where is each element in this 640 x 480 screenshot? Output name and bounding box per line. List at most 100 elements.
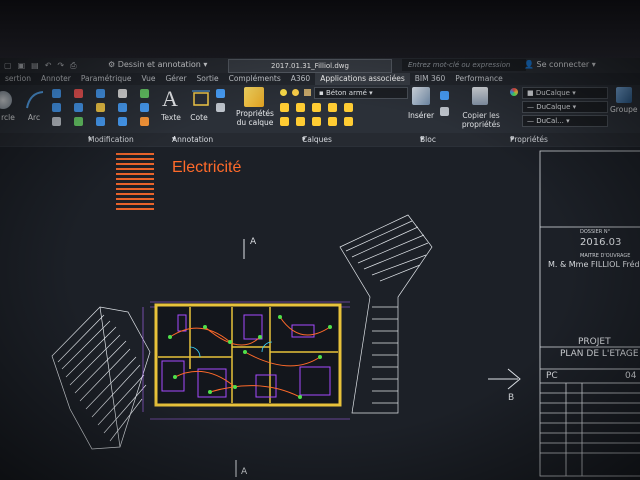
panel-bloc-label: Bloc bbox=[420, 135, 436, 144]
panel-modification[interactable]: Modification ▾ bbox=[88, 134, 134, 144]
fillet-icon[interactable] bbox=[96, 89, 105, 98]
join-icon[interactable] bbox=[140, 117, 149, 126]
client-label: MAITRE D'OUVRAGE bbox=[580, 253, 631, 259]
layer-properties-icon[interactable] bbox=[244, 87, 264, 107]
tab-applications-associees[interactable]: Applications associées bbox=[315, 73, 410, 85]
dimension-label: Cote bbox=[190, 113, 208, 122]
drawing-canvas[interactable]: Electricité A A B DOSSIER N° 2016.03 MAI… bbox=[0, 147, 640, 480]
layer-sun-icon[interactable] bbox=[292, 89, 299, 96]
layer-dropdown-value: Béton armé bbox=[325, 89, 367, 97]
scale-icon[interactable] bbox=[96, 103, 105, 112]
left-roof-hatch bbox=[51, 306, 151, 450]
panel-modification-label: Modification bbox=[88, 135, 134, 144]
panel-annotation[interactable]: Annotation ▾ bbox=[172, 134, 213, 144]
color-icon[interactable] bbox=[510, 88, 518, 96]
group-icon[interactable] bbox=[616, 87, 632, 103]
sign-in-label: Se connecter bbox=[536, 60, 590, 69]
tab-bim360[interactable]: BIM 360 bbox=[410, 73, 451, 85]
redo-icon[interactable]: ↷ bbox=[57, 61, 64, 71]
open-icon[interactable]: ▣ bbox=[18, 61, 26, 71]
layer-tool-2-icon[interactable] bbox=[296, 103, 305, 112]
explode-icon[interactable] bbox=[118, 103, 127, 112]
right-roof-hatch bbox=[339, 214, 433, 414]
layer-properties-label: Propriétés du calque bbox=[236, 109, 274, 127]
tab-sortie[interactable]: Sortie bbox=[192, 73, 224, 85]
layer-tool-5-icon[interactable] bbox=[344, 103, 353, 112]
insert-block-label: Insérer bbox=[407, 111, 435, 120]
linetype-dropdown[interactable]: — DuCalque ▾ bbox=[522, 101, 608, 113]
arc-label: Arc bbox=[27, 113, 41, 122]
match-properties-icon[interactable] bbox=[472, 87, 488, 105]
leader-icon[interactable] bbox=[216, 89, 225, 98]
text-label: Texte bbox=[161, 113, 181, 122]
break-icon[interactable] bbox=[140, 103, 149, 112]
tab-gerer[interactable]: Gérer bbox=[160, 73, 191, 85]
layer-tool-4-icon[interactable] bbox=[328, 103, 337, 112]
trim-icon[interactable] bbox=[74, 103, 83, 112]
projet-label: PROJET bbox=[578, 337, 611, 347]
sign-in-button[interactable]: 👤 Se connecter ▾ bbox=[524, 60, 596, 69]
circle-icon[interactable] bbox=[0, 91, 12, 109]
lineweight-dropdown-value: DuCal... bbox=[536, 117, 564, 125]
tab-annoter[interactable]: Annoter bbox=[36, 73, 76, 85]
copy-icon[interactable] bbox=[52, 117, 61, 126]
layer-tool-3-icon[interactable] bbox=[312, 103, 321, 112]
layer-tool-1-icon[interactable] bbox=[280, 103, 289, 112]
panel-annotation-label: Annotation bbox=[172, 135, 214, 144]
layer-tool-9-icon[interactable] bbox=[328, 117, 337, 126]
text-icon[interactable]: A bbox=[162, 86, 178, 112]
layer-lock-icon[interactable] bbox=[304, 89, 311, 96]
extend-icon[interactable] bbox=[140, 89, 149, 98]
rotate-icon[interactable] bbox=[52, 103, 61, 112]
save-icon[interactable]: ▤ bbox=[31, 61, 39, 71]
dossier-label: DOSSIER N° bbox=[580, 229, 611, 235]
client-name: M. & Mme FILLIOL Frédéric bbox=[548, 260, 640, 269]
search-input[interactable]: Entrez mot-clé ou expression bbox=[402, 59, 526, 71]
tab-a360[interactable]: A360 bbox=[286, 73, 315, 85]
panel-proprietes[interactable]: Propriétés ▾ bbox=[510, 134, 548, 144]
section-a-bottom-label: A bbox=[241, 467, 248, 477]
tab-vue[interactable]: Vue bbox=[136, 73, 160, 85]
layer-tool-10-icon[interactable] bbox=[344, 117, 353, 126]
dimension-icon[interactable] bbox=[190, 89, 212, 109]
layer-dropdown[interactable]: ▪ Béton armé ▾ bbox=[314, 87, 408, 99]
table-icon[interactable] bbox=[216, 103, 225, 112]
tab-performance[interactable]: Performance bbox=[450, 73, 508, 85]
quick-access-toolbar: ▢ ▣ ▤ ↶ ↷ ⎙ bbox=[4, 61, 77, 71]
move-icon[interactable] bbox=[52, 89, 61, 98]
layer-tool-6-icon[interactable] bbox=[280, 117, 289, 126]
layer-tool-8-icon[interactable] bbox=[312, 117, 321, 126]
create-block-icon[interactable] bbox=[440, 91, 449, 100]
insert-block-icon[interactable] bbox=[412, 87, 430, 105]
circle-label: rcle bbox=[1, 113, 15, 122]
panel-bloc[interactable]: Bloc ▾ bbox=[420, 134, 436, 144]
undo-icon[interactable]: ↶ bbox=[45, 61, 52, 71]
tab-complements[interactable]: Compléments bbox=[224, 73, 286, 85]
tab-insertion[interactable]: sertion bbox=[0, 73, 36, 85]
workspace-selector[interactable]: ⚙ Dessin et annotation ▾ bbox=[108, 60, 207, 69]
floor-plan bbox=[51, 150, 640, 477]
file-name-tab[interactable]: 2017.01.31_Filliol.dwg bbox=[228, 59, 392, 73]
stretch-icon[interactable] bbox=[74, 117, 83, 126]
color-dropdown[interactable]: ■ DuCalque ▾ bbox=[522, 87, 608, 99]
project-year: 2016.03 bbox=[580, 237, 622, 248]
planche-value: 04 bbox=[625, 371, 637, 381]
new-icon[interactable]: ▢ bbox=[4, 61, 12, 71]
panel-calques[interactable]: Calques ▾ bbox=[302, 134, 332, 144]
section-b-label: B bbox=[508, 393, 515, 403]
edit-block-icon[interactable] bbox=[440, 107, 449, 116]
erase-icon[interactable] bbox=[118, 89, 127, 98]
array-icon[interactable] bbox=[96, 117, 105, 126]
ribbon-panel-bar: Modification ▾ Annotation ▾ Calques ▾ Bl… bbox=[0, 133, 640, 146]
match-properties-label: Copier les propriétés bbox=[461, 111, 501, 129]
plot-icon[interactable]: ⎙ bbox=[70, 61, 76, 71]
mirror-icon[interactable] bbox=[74, 89, 83, 98]
offset-icon[interactable] bbox=[118, 117, 127, 126]
arc-icon[interactable] bbox=[24, 89, 46, 111]
autocad-window: ▢ ▣ ▤ ↶ ↷ ⎙ ⚙ Dessin et annotation ▾ 201… bbox=[0, 58, 640, 480]
layer-tool-7-icon[interactable] bbox=[296, 117, 305, 126]
lineweight-dropdown[interactable]: — DuCal... ▾ bbox=[522, 115, 608, 127]
layer-bulb-icon[interactable] bbox=[280, 89, 287, 96]
tab-parametrique[interactable]: Paramétrique bbox=[76, 73, 137, 85]
title-bar: ▢ ▣ ▤ ↶ ↷ ⎙ ⚙ Dessin et annotation ▾ 201… bbox=[0, 58, 640, 73]
